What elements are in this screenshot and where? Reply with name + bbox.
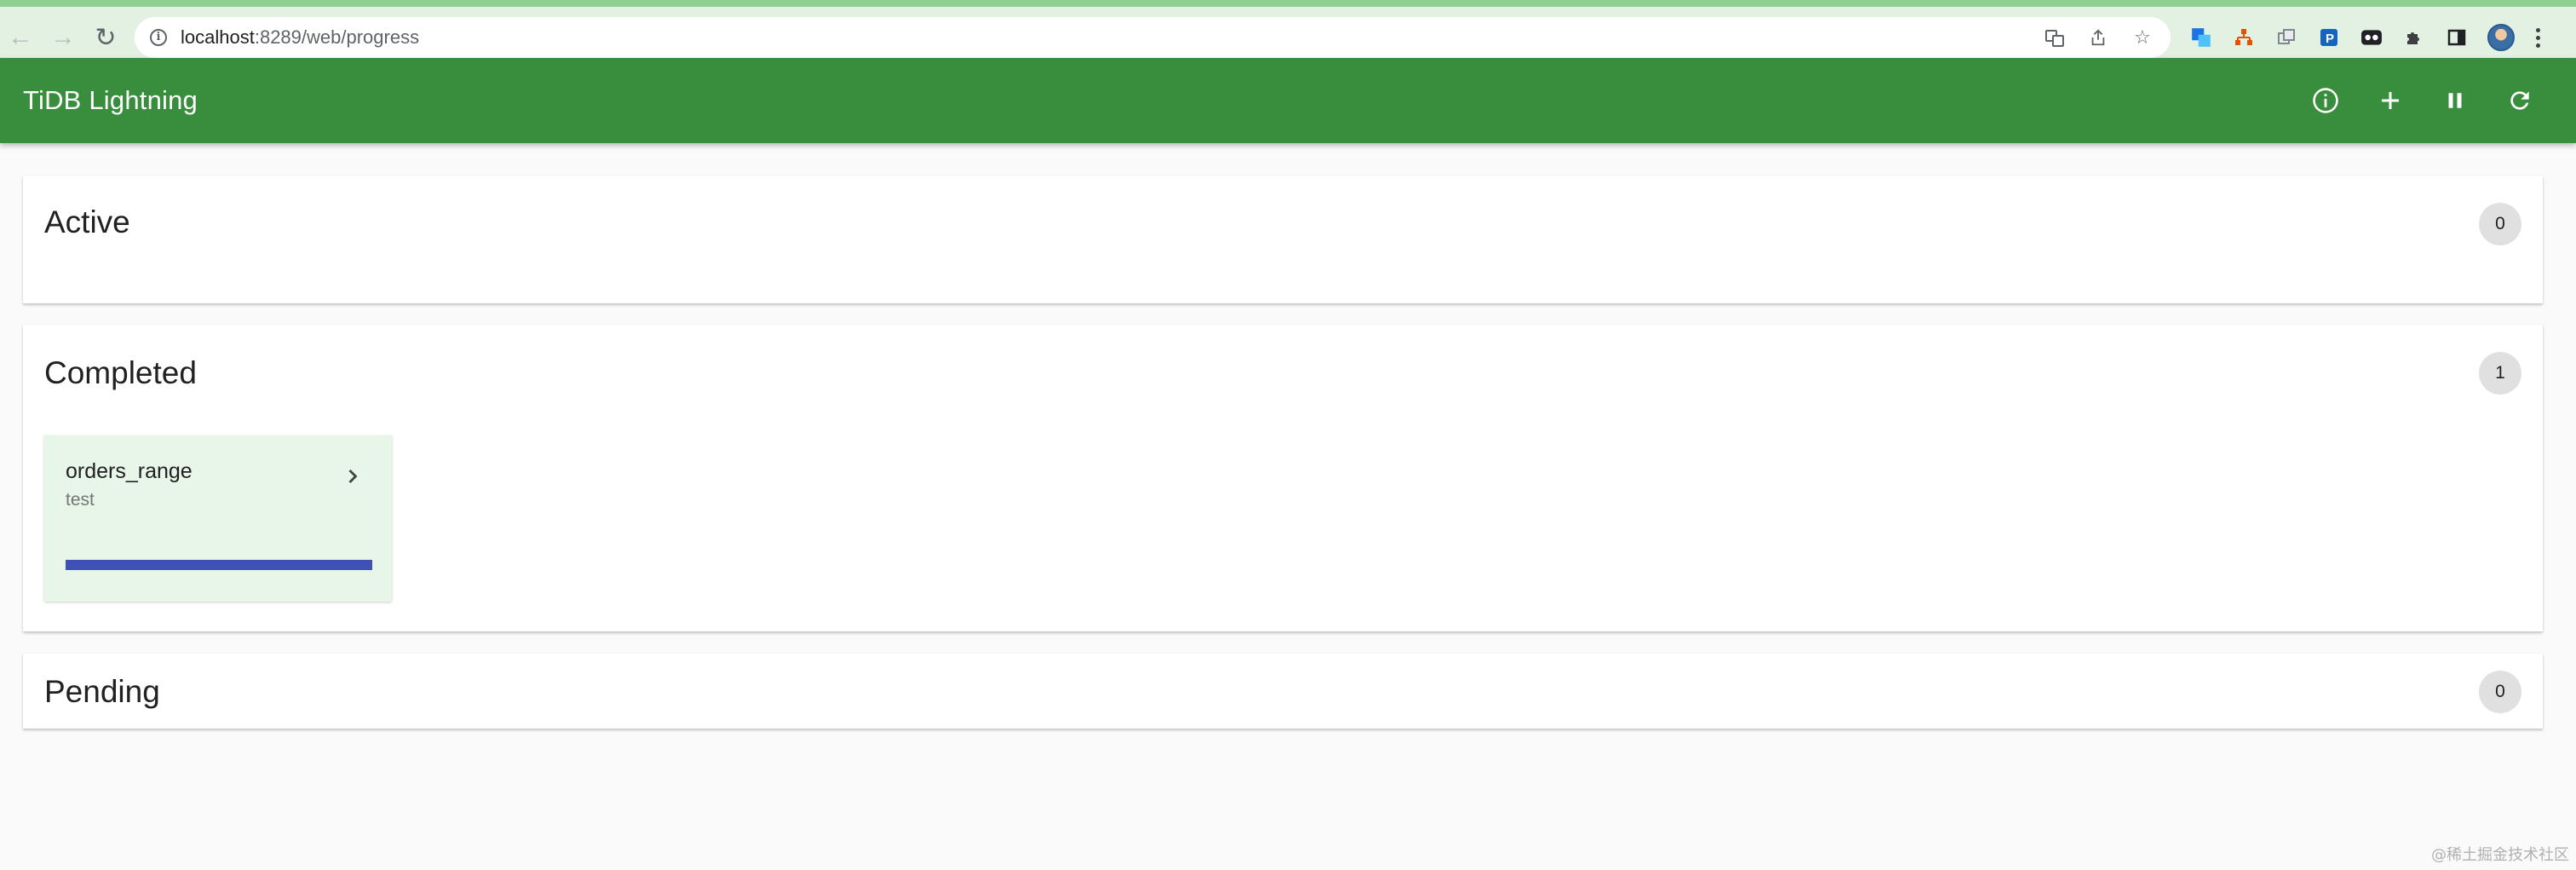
extension-translate-icon[interactable] (2189, 26, 2213, 49)
task-card[interactable]: orders_range test (44, 435, 392, 602)
app-bar: TiDB Lightning (0, 58, 2576, 143)
task-database-name: test (66, 490, 95, 510)
app-title: TiDB Lightning (23, 85, 198, 115)
browser-toolbar: ← → ↻ i localhost:8289/web/progress ☆ P (0, 0, 2576, 58)
share-icon[interactable] (2089, 28, 2107, 47)
profile-avatar[interactable] (2487, 24, 2515, 51)
extension-glasses-icon[interactable] (2360, 26, 2383, 49)
url-path: :8289/web/progress (254, 26, 420, 48)
address-bar[interactable]: i localhost:8289/web/progress ☆ (135, 17, 2171, 58)
extension-tree-icon[interactable] (2232, 26, 2256, 49)
task-table-name: orders_range (66, 459, 193, 483)
pending-section: Pending 0 (23, 654, 2543, 729)
active-count-badge: 0 (2479, 203, 2521, 245)
url-text: localhost:8289/web/progress (181, 26, 419, 49)
active-title: Active (44, 205, 130, 239)
completed-title: Completed (44, 355, 197, 390)
completed-section: Completed 1 orders_range test (23, 325, 2543, 631)
site-info-icon[interactable]: i (150, 29, 167, 46)
refresh-icon[interactable] (2501, 82, 2539, 119)
pending-count-badge: 0 (2479, 671, 2521, 713)
task-progress-fill (66, 560, 372, 570)
bookmark-star-icon[interactable]: ☆ (2133, 28, 2152, 47)
reload-icon[interactable]: ↻ (89, 15, 123, 60)
active-section: Active 0 (23, 176, 2543, 303)
completed-count-badge: 1 (2479, 352, 2521, 395)
info-icon[interactable] (2307, 82, 2344, 119)
extension-layers-icon[interactable] (2274, 26, 2298, 49)
url-host: localhost (181, 26, 255, 48)
browser-menu-icon[interactable] (2533, 27, 2542, 48)
side-panel-icon[interactable] (2445, 26, 2469, 49)
pending-title: Pending (44, 674, 160, 709)
translate-icon[interactable] (2044, 28, 2064, 47)
extension-p-icon[interactable]: P (2317, 26, 2341, 49)
task-progress-bar (66, 560, 372, 570)
watermark: @稀土掘金技术社区 (2431, 846, 2569, 864)
chevron-right-icon[interactable] (341, 464, 365, 488)
extensions-puzzle-icon[interactable] (2402, 26, 2426, 49)
add-icon[interactable] (2372, 82, 2409, 119)
svg-text:P: P (2326, 32, 2334, 46)
forward-icon[interactable]: → (46, 15, 80, 60)
back-icon[interactable]: ← (3, 15, 37, 60)
pause-icon[interactable] (2436, 82, 2474, 119)
